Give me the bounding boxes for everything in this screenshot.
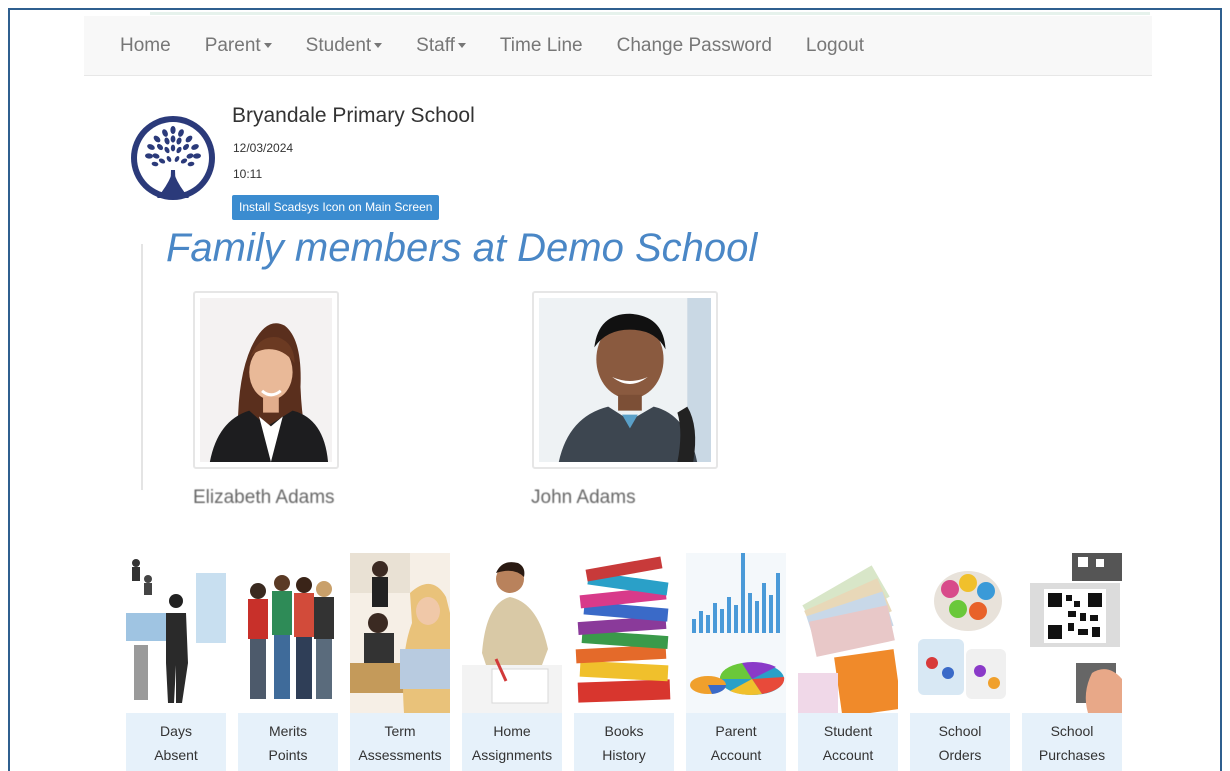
candy-jars-icon	[910, 553, 1010, 713]
tile-label-line2: Orders	[938, 747, 982, 763]
nav-home[interactable]: Home	[84, 35, 188, 57]
feature-tiles: Days Absent Merits Points Term Assessmen…	[126, 553, 1134, 771]
tile-label-line2: Assessments	[358, 747, 442, 763]
caret-down-icon	[374, 42, 383, 48]
member-name-elizabeth[interactable]: Elizabeth Adams	[193, 487, 335, 509]
nav-staff-dropdown[interactable]: Staff	[399, 35, 483, 57]
tile-label-line2: Account	[822, 747, 874, 763]
tile-label-line1: Student	[823, 723, 873, 739]
top-divider	[150, 12, 1150, 15]
tile-label: Books History	[574, 713, 674, 771]
tile-school-purchases[interactable]: School Purchases	[1022, 553, 1122, 771]
nav-timeline[interactable]: Time Line	[483, 35, 600, 57]
woman-portrait-photo	[200, 298, 332, 462]
tile-label-line1: School	[938, 723, 982, 739]
nav-student-label: Student	[305, 34, 372, 56]
tile-label-line2: Assignments	[471, 747, 553, 763]
finance-charts-icon	[686, 553, 786, 713]
install-icon-button[interactable]: Install Scadsys Icon on Main Screen	[232, 195, 440, 220]
tile-label-line1: Term	[384, 723, 416, 739]
member-photo-john[interactable]	[532, 291, 718, 469]
tile-merits-points[interactable]: Merits Points	[238, 553, 338, 771]
classroom-writing-icon	[350, 553, 450, 713]
tile-home-assignments[interactable]: Home Assignments	[462, 553, 562, 771]
tile-label: Parent Account	[686, 713, 786, 771]
tile-parent-account[interactable]: Parent Account	[686, 553, 786, 771]
tile-label: Days Absent	[126, 713, 226, 771]
tile-label: Term Assessments	[350, 713, 450, 771]
tile-label: Merits Points	[238, 713, 338, 771]
boy-portrait-photo	[539, 298, 711, 462]
school-tree-logo	[131, 116, 215, 200]
current-time: 10:11	[233, 167, 263, 181]
books-stack-icon	[574, 553, 674, 713]
tile-label-line1: Books	[604, 723, 644, 739]
tile-label-line2: Absent	[154, 747, 198, 763]
tile-books-history[interactable]: Books History	[574, 553, 674, 771]
tile-label-line2: Purchases	[1038, 747, 1106, 763]
tile-label-line1: School	[1050, 723, 1094, 739]
school-name: Bryandale Primary School	[232, 104, 475, 127]
students-group-icon	[238, 553, 338, 713]
tile-label-line2: History	[602, 747, 646, 763]
tile-label-line1: Home	[493, 723, 531, 739]
member-name-john[interactable]: John Adams	[531, 487, 636, 509]
nav-parent-dropdown[interactable]: Parent	[188, 35, 289, 57]
tile-term-assessments[interactable]: Term Assessments	[350, 553, 450, 771]
tile-label-line1: Parent	[715, 723, 757, 739]
tile-label: Student Account	[798, 713, 898, 771]
tile-label-line2: Points	[268, 747, 308, 763]
tile-student-account[interactable]: Student Account	[798, 553, 898, 771]
nav-change-password[interactable]: Change Password	[600, 35, 789, 57]
caret-down-icon	[263, 42, 272, 48]
member-photo-elizabeth[interactable]	[193, 291, 339, 469]
tile-label-line1: Days	[160, 723, 192, 739]
tile-label: Home Assignments	[462, 713, 562, 771]
tile-label: School Purchases	[1022, 713, 1122, 771]
nav-student-dropdown[interactable]: Student	[289, 35, 400, 57]
family-title: Family members at Demo School	[166, 226, 758, 270]
presentation-icon	[126, 553, 226, 713]
tile-label-line1: Merits	[268, 723, 308, 739]
tile-label-line2: Account	[710, 747, 762, 763]
boy-homework-icon	[462, 553, 562, 713]
main-navbar: Home Parent Student Staff Time Line Chan…	[84, 16, 1152, 76]
tile-days-absent[interactable]: Days Absent	[126, 553, 226, 771]
nav-staff-label: Staff	[416, 34, 455, 56]
caret-down-icon	[457, 42, 466, 48]
nav-logout[interactable]: Logout	[789, 35, 881, 57]
section-divider	[141, 244, 143, 490]
nav-parent-label: Parent	[204, 34, 261, 56]
qr-code-icon	[1022, 553, 1122, 713]
money-wallet-icon	[798, 553, 898, 713]
tile-school-orders[interactable]: School Orders	[910, 553, 1010, 771]
tile-label: School Orders	[910, 713, 1010, 771]
current-date: 12/03/2024	[233, 141, 294, 155]
